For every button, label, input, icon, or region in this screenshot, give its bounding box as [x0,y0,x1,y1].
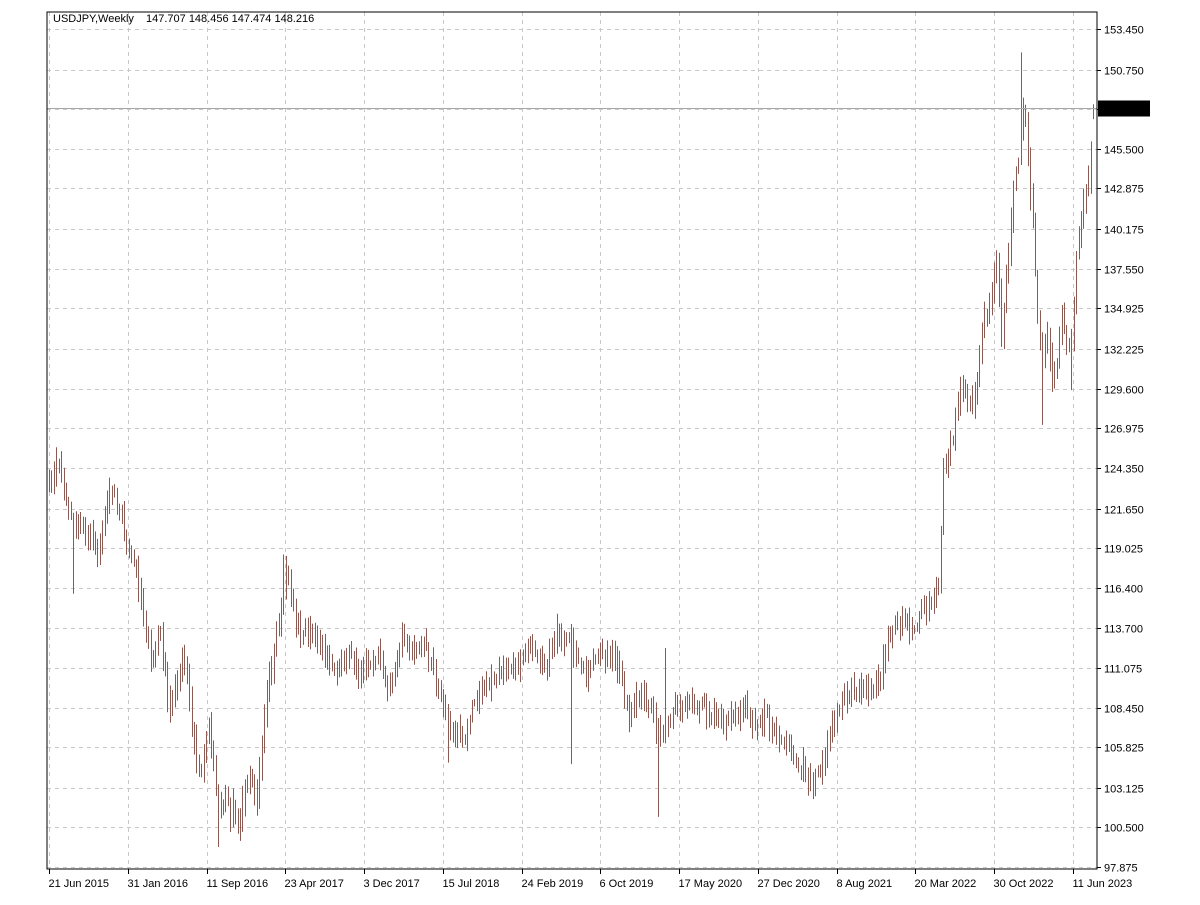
price-tick-label: 108.450 [1104,704,1144,716]
price-tick-label: 129.600 [1104,385,1144,397]
price-tick-label: 100.500 [1104,823,1144,835]
price-tick-label: 124.350 [1104,464,1144,476]
time-tick-label: 6 Oct 2019 [600,878,654,890]
price-tick-label: 145.500 [1104,145,1144,157]
price-tick-label: 97.875 [1104,863,1138,875]
price-tick-label: 126.975 [1104,424,1144,436]
price-tick-label: 113.700 [1104,624,1143,636]
price-chart[interactable]: 153.450150.750148.125145.500142.875140.1… [0,0,1200,900]
price-tick-label: 105.825 [1104,743,1144,755]
chart-symbol-title: USDJPY,Weekly [53,13,134,25]
time-tick-label: 31 Jan 2016 [128,878,189,890]
price-tick-label: 111.075 [1104,664,1142,676]
chart-ohlc-values: 147.707 148.456 147.474 148.216 [146,13,314,25]
price-tick-label: 116.400 [1104,584,1143,596]
price-tick-label: 119.025 [1104,544,1143,556]
time-tick-label: 15 Jul 2018 [443,878,500,890]
price-tick-label: 137.550 [1104,265,1144,277]
time-tick-label: 27 Dec 2020 [758,878,820,890]
time-tick-label: 3 Dec 2017 [364,878,420,890]
time-tick-label: 17 May 2020 [679,878,743,890]
ohlc-bars [49,52,1094,848]
price-tick-label: 150.750 [1104,66,1144,78]
price-tick-label: 140.175 [1104,225,1144,237]
price-tick-label: 103.125 [1104,784,1144,796]
time-tick-label: 8 Aug 2021 [837,878,893,890]
price-tick-label: 121.650 [1104,505,1144,517]
price-tick-label: 142.875 [1104,184,1144,196]
time-tick-label: 30 Oct 2022 [994,878,1054,890]
time-tick-label: 21 Jun 2015 [49,878,110,890]
time-tick-label: 11 Jun 2023 [1073,878,1133,890]
time-axis: 21 Jun 2015 31 Jan 2016 11 Sep 2016 23 Apr … [49,869,1133,890]
price-axis: 153.450150.750148.125145.500142.875140.1… [1097,25,1144,875]
chart-area[interactable]: 153.450150.750148.125145.500142.875140.1… [0,0,1200,900]
price-tick-label: 132.225 [1104,345,1144,357]
time-tick-label: 20 Mar 2022 [915,878,977,890]
price-label-text: 148.216 [1102,104,1142,116]
price-label: 148.216 [1098,100,1150,117]
time-tick-label: 11 Sep 2016 [207,878,269,890]
time-tick-label: 24 Feb 2019 [522,878,584,890]
price-tick-label: 153.450 [1104,25,1144,37]
price-tick-label: 134.925 [1104,304,1144,316]
time-tick-label: 23 Apr 2017 [285,878,344,890]
